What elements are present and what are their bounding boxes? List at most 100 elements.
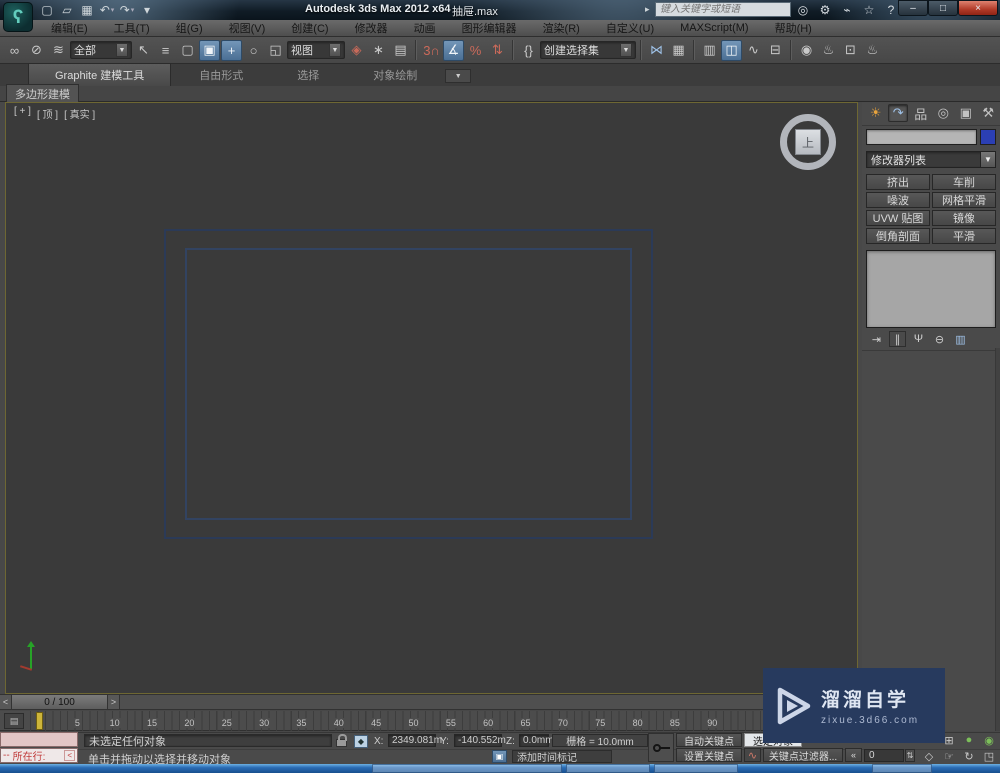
align-button[interactable]: ▦ <box>668 40 689 61</box>
spinner-snap-toggle[interactable]: ⇅ <box>487 40 508 61</box>
named-selection-sets-dropdown[interactable]: 创建选择集 ▼ <box>540 41 636 59</box>
rendered-frame-window-button[interactable]: ⊡ <box>840 40 861 61</box>
open-file-button[interactable]: ▱ <box>58 2 76 18</box>
save-file-button[interactable]: ▦ <box>78 2 96 18</box>
graphite-ribbon-toggle[interactable]: ◫ <box>721 39 742 61</box>
auto-key-toggle[interactable]: 自动关键点 <box>676 733 742 748</box>
schematic-view-button[interactable]: ⊟ <box>765 40 786 61</box>
keyboard-shortcut-override-toggle[interactable]: ▤ <box>390 40 411 61</box>
viewport-general-menu[interactable]: [ + ] <box>14 106 31 121</box>
communication-center-button[interactable]: ⌁ <box>839 2 855 18</box>
object-color-swatch[interactable] <box>980 129 996 145</box>
viewcube-top-face[interactable]: 上 <box>795 129 821 155</box>
make-unique-button[interactable]: Ψ <box>910 331 927 347</box>
previous-frame-button[interactable]: < <box>0 695 12 709</box>
modifier-stack-list[interactable] <box>866 250 996 328</box>
snaps-toggle-3d[interactable]: 3∩ <box>421 40 442 61</box>
menu-group[interactable]: 组(G) <box>163 20 216 36</box>
mirror-button[interactable]: ⋈ <box>646 40 667 61</box>
taskbar-item[interactable] <box>654 764 738 773</box>
listener-expand-arrow[interactable]: < <box>64 750 75 761</box>
modify-tab[interactable]: ↷ <box>888 104 909 122</box>
material-editor-button[interactable]: ◉ <box>796 40 817 61</box>
menu-graph-editors[interactable]: 图形编辑器 <box>449 20 530 36</box>
taskbar-item[interactable] <box>372 764 562 773</box>
absolute-mode-toggle[interactable]: ◆ <box>354 735 368 748</box>
search-flyout-arrow[interactable]: ▸ <box>645 4 650 15</box>
key-filters-button[interactable]: 关键点过滤器... <box>763 748 843 763</box>
rectangle-spline-inner[interactable] <box>185 248 632 520</box>
modifier-noise-button[interactable]: 噪波 <box>866 192 930 208</box>
edit-named-selection-sets-button[interactable]: {} <box>518 40 539 61</box>
app-logo-button[interactable]: ʕ <box>3 2 33 32</box>
taskbar-item[interactable] <box>872 764 932 773</box>
zoom-extents-all-button[interactable]: ◉ <box>980 733 998 747</box>
select-and-scale-button[interactable]: ◱ <box>265 40 286 61</box>
select-and-link-button[interactable]: ∞ <box>4 40 25 61</box>
menu-create[interactable]: 创建(C) <box>278 20 341 36</box>
x-coord-field[interactable]: 2349.081m <box>388 734 442 747</box>
search-button[interactable]: ◎ <box>795 2 811 18</box>
close-button[interactable]: × <box>958 0 998 16</box>
render-production-button[interactable]: ♨ <box>862 40 883 61</box>
menu-tools[interactable]: 工具(T) <box>101 20 163 36</box>
reference-coordinate-system-dropdown[interactable]: 视图 ▼ <box>287 41 345 59</box>
top-viewport[interactable]: [ + ] [ 顶 ] [ 真实 ] 上 <box>5 102 858 694</box>
menu-animation[interactable]: 动画 <box>401 20 449 36</box>
default-in-out-tangents-button[interactable]: ∿ <box>744 748 761 762</box>
set-keys-button[interactable] <box>648 733 674 762</box>
orbit-button[interactable]: ↻ <box>960 749 978 763</box>
ribbon-tab-selection[interactable]: 选择 <box>271 64 345 86</box>
field-of-view-button[interactable]: ◇ <box>920 749 938 763</box>
render-setup-button[interactable]: ♨ <box>818 40 839 61</box>
menu-maxscript[interactable]: MAXScript(M) <box>667 20 761 36</box>
wrench-settings-button[interactable]: ⚙ <box>817 2 833 18</box>
selection-filter-dropdown[interactable]: 全部 ▼ <box>70 41 132 59</box>
maximize-button[interactable]: □ <box>928 0 958 16</box>
select-and-manipulate-button[interactable]: ∗ <box>368 40 389 61</box>
pan-hand-button[interactable]: ☞ <box>940 749 958 763</box>
ribbon-minimize-button[interactable]: ▼ <box>445 69 472 83</box>
modifier-uvw-map-button[interactable]: UVW 贴图 <box>866 210 930 226</box>
menu-rendering[interactable]: 渲染(R) <box>530 20 593 36</box>
ribbon-tab-object-paint[interactable]: 对象绘制 <box>347 64 443 86</box>
taskbar-item[interactable] <box>566 764 650 773</box>
ribbon-subtab-polygon-modeling[interactable]: 多边形建模 <box>6 84 79 103</box>
rectangular-selection-region-button[interactable]: ▢ <box>177 40 198 61</box>
next-frame-button[interactable]: > <box>108 695 120 709</box>
modifier-list-dropdown[interactable]: 修改器列表 ▼ <box>866 151 996 168</box>
configure-modifier-sets-button[interactable]: ▥ <box>952 331 969 347</box>
viewport-pov-menu[interactable]: [ 顶 ] <box>37 106 58 121</box>
hierarchy-tab[interactable]: 品 <box>911 104 930 122</box>
undo-button[interactable]: ↶ ▾ <box>98 2 116 18</box>
window-crossing-toggle[interactable]: ▣ <box>199 39 220 61</box>
object-name-field[interactable] <box>866 129 977 145</box>
open-mini-curve-editor-button[interactable]: ▤ <box>4 713 24 729</box>
y-coord-field[interactable]: -140.552m <box>454 734 506 747</box>
select-and-rotate-button[interactable]: ○ <box>243 40 264 61</box>
motion-tab[interactable]: ◎ <box>934 104 953 122</box>
pin-stack-toggle[interactable]: ⇥ <box>868 331 885 347</box>
current-frame-field[interactable]: 0 <box>864 749 904 762</box>
modifier-lathe-button[interactable]: 车削 <box>932 174 996 190</box>
set-key-toggle[interactable]: 设置关键点 <box>676 748 742 763</box>
modifier-mirror-button[interactable]: 镜像 <box>932 210 996 226</box>
help-button[interactable]: ? <box>883 2 899 18</box>
modifier-bevel-profile-button[interactable]: 倒角剖面 <box>866 228 930 244</box>
maximize-viewport-toggle[interactable]: ◳ <box>980 749 998 763</box>
favorites-button[interactable]: ☆ <box>861 2 877 18</box>
menu-customize[interactable]: 自定义(U) <box>593 20 667 36</box>
menu-views[interactable]: 视图(V) <box>216 20 279 36</box>
maxscript-macro-recorder[interactable] <box>0 732 78 747</box>
quick-access-dropdown[interactable]: ▾ <box>138 2 156 18</box>
selection-lock-toggle[interactable] <box>336 734 347 747</box>
panel-scrollbar[interactable] <box>995 348 1000 731</box>
curve-editor-button[interactable]: ∿ <box>743 40 764 61</box>
bind-to-space-warp-button[interactable]: ≋ <box>48 40 69 61</box>
menu-help[interactable]: 帮助(H) <box>762 20 825 36</box>
select-object-button[interactable]: ↖ <box>133 40 154 61</box>
infocenter-search-input[interactable] <box>655 2 791 17</box>
zoom-extents-button[interactable]: ● <box>960 733 978 747</box>
track-bar[interactable]: ▤ 051015202530354045505560657075808590 <box>0 711 860 731</box>
menu-modifiers[interactable]: 修改器 <box>342 20 401 36</box>
